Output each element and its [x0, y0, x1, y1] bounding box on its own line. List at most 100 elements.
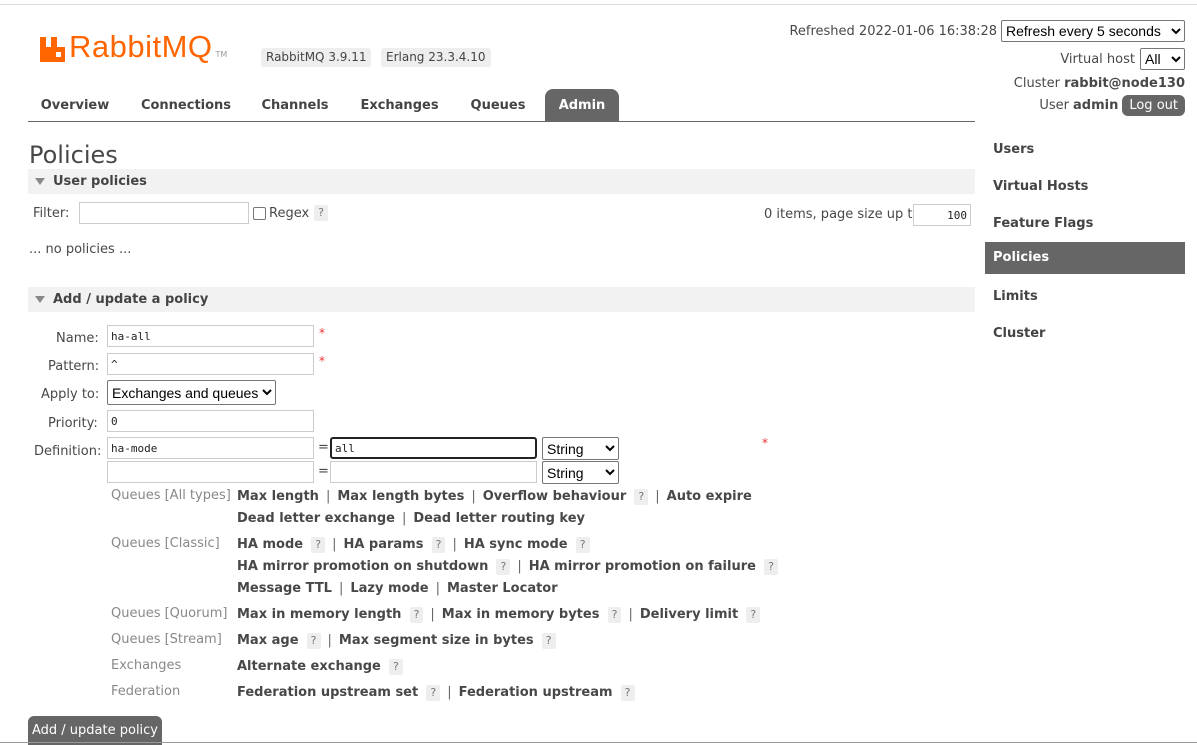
trademark: TM [215, 50, 228, 59]
help-icon[interactable]: ? [496, 559, 511, 575]
name-label: Name: [56, 331, 99, 346]
separator: | [332, 537, 337, 552]
help-link-lazy-mode[interactable]: Lazy mode [350, 581, 428, 596]
definition-value-input[interactable] [330, 437, 537, 459]
main-nav: Overview Connections Channels Exchanges … [28, 89, 975, 122]
help-link-ha-promotion-shutdown[interactable]: HA mirror promotion on shutdown [237, 559, 488, 574]
sidebar-item-users[interactable]: Users [985, 131, 1185, 168]
sidebar-item-limits[interactable]: Limits [985, 278, 1185, 315]
name-required-marker: * [319, 326, 325, 340]
help-line: Alternate exchange ? [237, 659, 403, 675]
help-link-ha-promotion-failure[interactable]: HA mirror promotion on failure [529, 559, 756, 574]
help-icon[interactable]: ? [764, 559, 778, 575]
brand-name: RabbitMQ [69, 29, 213, 64]
tab-channels[interactable]: Channels [253, 89, 337, 121]
help-link-max-segment-size[interactable]: Max segment size in bytes [339, 633, 534, 648]
page-size-input[interactable] [913, 204, 971, 226]
help-line: Max age ? | Max segment size in bytes ? [237, 633, 556, 649]
tab-overview[interactable]: Overview [28, 89, 122, 121]
logout-button[interactable]: Log out [1122, 95, 1185, 116]
separator: | [325, 489, 331, 504]
refresh-select[interactable]: Refresh every 5 seconds [1001, 20, 1185, 42]
refresh-interval-select[interactable]: Refresh every 5 seconds [1001, 20, 1185, 42]
no-policies-text: ... no policies ... [29, 242, 132, 257]
help-link-master-locator[interactable]: Master Locator [447, 581, 558, 596]
help-link-dead-letter-routing-key[interactable]: Dead letter routing key [413, 511, 585, 526]
cluster-label: Cluster [1013, 76, 1060, 91]
help-link-max-age[interactable]: Max age [237, 633, 299, 648]
definition-type-select[interactable]: String [542, 461, 619, 484]
help-icon[interactable]: ? [746, 607, 761, 623]
help-icon[interactable]: ? [431, 537, 446, 553]
group-label-exchanges: Exchanges [111, 658, 182, 673]
tab-connections[interactable]: Connections [134, 89, 238, 121]
definition-key-input[interactable] [107, 461, 314, 483]
user-policies-header[interactable]: User policies [28, 169, 975, 194]
vhost-select[interactable]: All [1140, 48, 1185, 70]
help-link-alternate-exchange[interactable]: Alternate exchange [237, 659, 381, 674]
help-icon[interactable]: ? [311, 537, 326, 553]
sidebar-item-feature-flags[interactable]: Feature Flags [985, 205, 1185, 242]
apply-to-label: Apply to: [41, 387, 100, 402]
help-icon[interactable]: ? [541, 633, 556, 649]
rabbitmq-logo[interactable]: RabbitMQ TM [40, 31, 227, 62]
tab-admin[interactable]: Admin [545, 89, 619, 121]
admin-sidebar: Users Virtual Hosts Feature Flags Polici… [985, 131, 1185, 352]
separator: | [430, 607, 435, 622]
help-icon[interactable]: ? [426, 685, 441, 701]
apply-to-select[interactable]: Exchanges and queues [107, 380, 276, 405]
group-label-all-types: Queues [All types] [111, 488, 231, 503]
help-icon[interactable]: ? [306, 633, 321, 649]
group-label-federation: Federation [111, 684, 181, 699]
rabbitmq-version-badge: RabbitMQ 3.9.11 [261, 48, 372, 67]
group-label-stream: Queues [Stream] [111, 632, 222, 647]
help-icon[interactable]: ? [389, 659, 403, 675]
regex-label: Regex [269, 205, 310, 221]
help-link-delivery-limit[interactable]: Delivery limit [640, 607, 738, 622]
help-link-max-in-memory-bytes[interactable]: Max in memory bytes [442, 607, 600, 622]
help-link-max-length-bytes[interactable]: Max length bytes [337, 489, 464, 504]
add-update-policy-button[interactable]: Add / update policy [28, 716, 162, 745]
help-link-message-ttl[interactable]: Message TTL [237, 581, 332, 596]
sidebar-item-policies[interactable]: Policies [985, 242, 1185, 274]
help-icon[interactable]: ? [607, 607, 622, 623]
regex-checkbox[interactable] [253, 206, 266, 220]
tab-queues[interactable]: Queues [462, 89, 534, 121]
help-link-max-in-memory-length[interactable]: Max in memory length [237, 607, 401, 622]
help-icon[interactable]: ? [620, 685, 635, 701]
help-icon[interactable]: ? [409, 607, 424, 623]
add-policy-header[interactable]: Add / update a policy [28, 287, 975, 312]
help-line: Federation upstream set ? | Federation ups… [237, 685, 635, 701]
help-link-overflow-behaviour[interactable]: Overflow behaviour [483, 489, 627, 504]
name-input[interactable] [107, 325, 314, 347]
help-link-auto-expire[interactable]: Auto expire [667, 489, 752, 504]
help-link-federation-upstream-set[interactable]: Federation upstream set [237, 685, 418, 700]
regex-help-icon[interactable]: ? [314, 205, 329, 221]
refreshed-label: Refreshed 2022-01-06 16:38:28 [789, 23, 997, 39]
priority-input[interactable] [107, 410, 314, 432]
help-line: HA mirror promotion on shutdown ? | HA mir… [237, 559, 778, 575]
help-icon[interactable]: ? [634, 489, 649, 505]
definition-value-input[interactable] [330, 461, 537, 483]
tab-exchanges[interactable]: Exchanges [353, 89, 446, 121]
help-line: HA mode ? | HA params ? | HA sync mode ? [237, 537, 590, 553]
filter-input[interactable] [79, 202, 249, 224]
help-link-ha-sync-mode[interactable]: HA sync mode [464, 537, 568, 552]
sidebar-item-virtual-hosts[interactable]: Virtual Hosts [985, 168, 1185, 205]
user-name: admin [1073, 98, 1119, 113]
help-link-ha-params[interactable]: HA params [343, 537, 423, 552]
definition-type-select[interactable]: String [542, 437, 619, 460]
pattern-input[interactable] [107, 353, 314, 375]
help-link-ha-mode[interactable]: HA mode [237, 537, 303, 552]
bottom-border [0, 742, 1197, 743]
pattern-label: Pattern: [48, 359, 100, 374]
help-link-max-length[interactable]: Max length [237, 489, 319, 504]
help-icon[interactable]: ? [575, 537, 590, 553]
sidebar-item-cluster[interactable]: Cluster [985, 315, 1185, 352]
separator: | [447, 685, 452, 700]
user-label: User [1039, 98, 1069, 113]
help-link-dead-letter-exchange[interactable]: Dead letter exchange [237, 511, 395, 526]
help-link-federation-upstream[interactable]: Federation upstream [459, 685, 613, 700]
definition-key-input[interactable] [107, 437, 314, 459]
separator: | [435, 581, 440, 596]
